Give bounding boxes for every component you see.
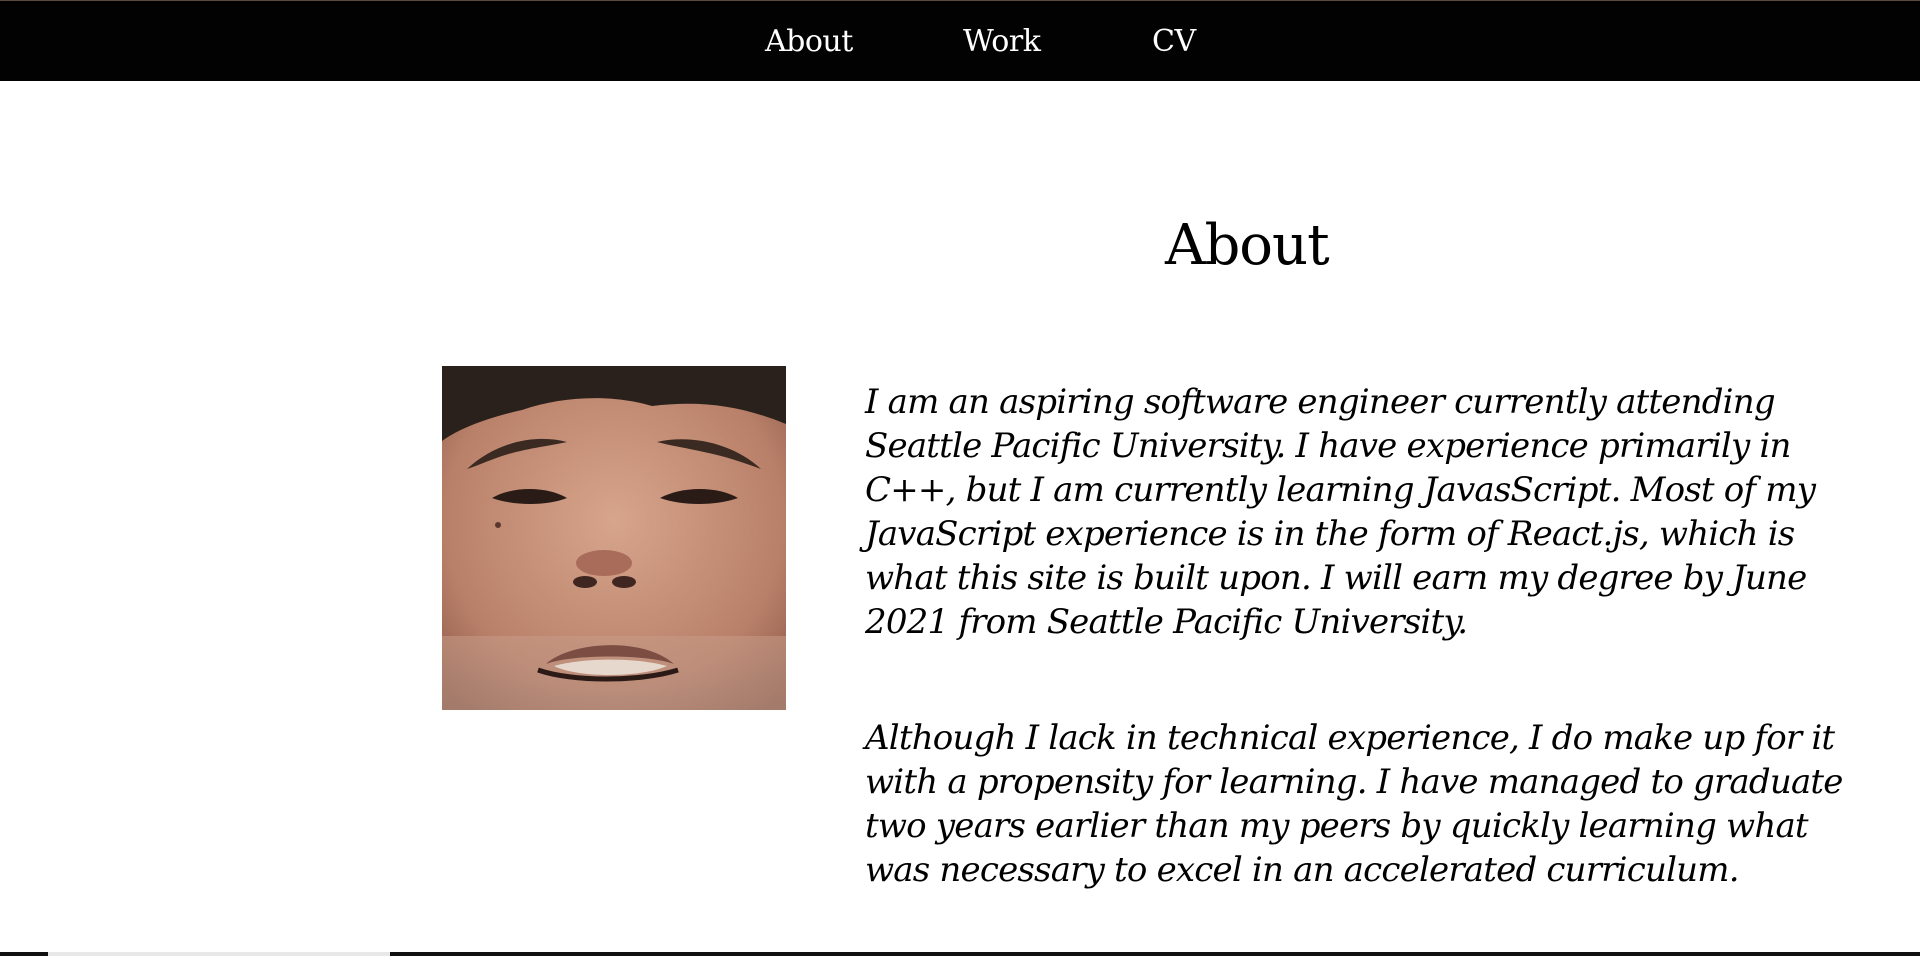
bottom-scroll-indicator [0, 952, 1920, 956]
about-paragraph: I am an aspiring software engineer curre… [865, 382, 1816, 642]
nav-link-about[interactable]: About [765, 1, 853, 82]
portrait-illustration [442, 366, 786, 710]
portrait-photo [442, 366, 786, 710]
nav-link-cv[interactable]: CV [1152, 1, 1196, 82]
top-navigation-bar: About Work CV [0, 0, 1920, 81]
nav-link-work[interactable]: Work [963, 1, 1041, 82]
about-paragraph: Although I lack in technical experience,… [865, 718, 1843, 890]
page-title: About [1165, 213, 1330, 278]
scroll-segment [48, 952, 390, 956]
